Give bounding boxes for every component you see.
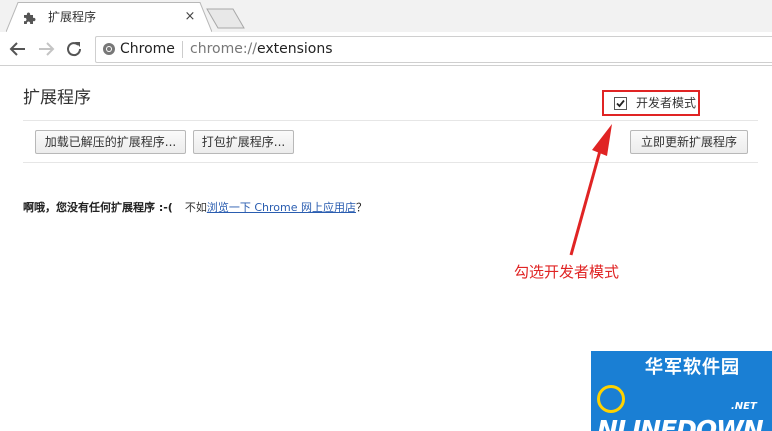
watermark-o-ring xyxy=(597,385,625,413)
annotation-text: 勾选开发者模式 xyxy=(514,263,620,281)
watermark-net: .NET xyxy=(731,401,757,412)
watermark-english-text: NLINEDOWN xyxy=(597,415,764,431)
watermark-logo: 华军软件园 NLINEDOWN .NET xyxy=(591,351,772,431)
watermark-chinese: 华军软件园 xyxy=(645,357,740,378)
